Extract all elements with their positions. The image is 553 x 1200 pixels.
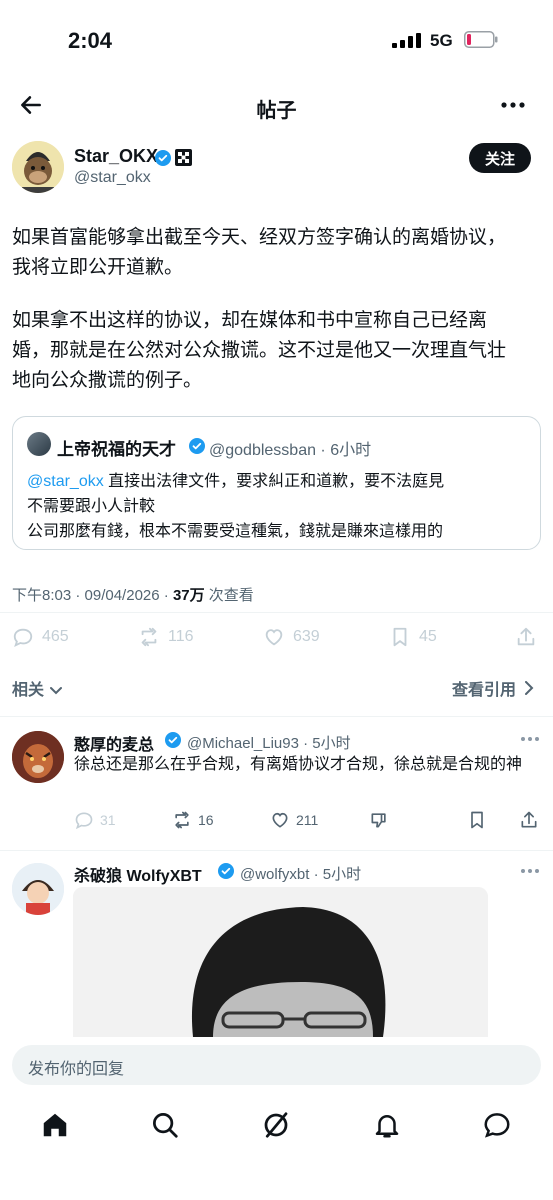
more-icon[interactable] <box>520 736 540 742</box>
reply-meta: @Michael_Liu93 · 5小时 <box>187 735 351 752</box>
verified-icon <box>155 150 171 166</box>
chevron-down-icon <box>50 687 63 695</box>
reply-photo[interactable] <box>73 887 488 1037</box>
follow-button[interactable]: 关注 <box>469 143 531 173</box>
ape-avatar-icon <box>12 141 64 193</box>
author-name[interactable]: Star_OKX <box>74 146 158 167</box>
repost-action[interactable]: 116 <box>138 625 194 649</box>
reply-placeholder: 发布你的回复 <box>28 1061 125 1078</box>
bell-icon[interactable] <box>372 1110 402 1140</box>
repost-action[interactable]: 16 <box>172 810 214 830</box>
share-icon <box>521 811 537 828</box>
author-avatar[interactable] <box>12 141 64 193</box>
verified-icon <box>218 863 234 879</box>
quote-card[interactable]: 上帝祝福的天才 @godblessban · 6小时 @star_okx 直接出… <box>12 416 541 550</box>
reply-avatar[interactable] <box>12 863 64 915</box>
quote-line: 公司那麼有錢，根本不需要受這種氣，錢就是賺來這樣用的 <box>27 523 444 540</box>
quote-line: @star_okx 直接出法律文件，要求糾正和道歉，要不法庭見 <box>27 473 445 490</box>
page-title: 帖子 <box>256 100 297 122</box>
share-action[interactable] <box>519 810 539 830</box>
dislike-action[interactable] <box>369 810 389 830</box>
repost-icon <box>175 811 189 829</box>
messages-icon[interactable] <box>482 1110 512 1140</box>
divider <box>0 716 553 717</box>
grok-icon[interactable] <box>261 1110 291 1140</box>
post-line: 如果首富能够拿出截至今天、经双方签字确认的离婚协议， <box>12 227 507 248</box>
reply-author-name[interactable]: 杀破狼 WolfyXBT <box>74 862 202 886</box>
reply-avatar[interactable] <box>12 731 64 783</box>
post-line: 我将立即公开道歉。 <box>12 257 184 278</box>
like-action[interactable]: 639 <box>263 625 320 649</box>
quote-avatar <box>27 432 51 456</box>
reply-input[interactable]: 发布你的回复 <box>12 1045 541 1085</box>
share-action[interactable] <box>515 625 537 649</box>
search-icon[interactable] <box>150 1110 180 1140</box>
author-handle: @star_okx <box>74 169 151 186</box>
portrait-image <box>73 887 488 1037</box>
grid-icon <box>175 149 192 166</box>
signal-icon <box>392 33 421 48</box>
quote-author-name: 上帝祝福的天才 <box>57 440 176 459</box>
reply-icon <box>75 812 93 830</box>
more-icon[interactable] <box>520 868 540 874</box>
reply-action[interactable]: 31 <box>74 810 116 830</box>
bookmark-icon <box>393 627 407 647</box>
post-line: 地向公众撒谎的例子。 <box>12 370 203 391</box>
verified-icon <box>189 438 205 454</box>
battery-icon <box>464 31 498 48</box>
quote-meta: @godblessban · 6小时 <box>209 442 372 459</box>
post-timestamp: 下午8:03 · 09/04/2026 · 37万 次查看 <box>12 587 254 604</box>
post-line: 如果拿不出这样的协议，却在媒体和书中宣称自己已经离 <box>12 310 488 331</box>
share-icon <box>517 627 535 646</box>
dislike-icon <box>371 813 386 828</box>
reply-icon <box>13 628 33 648</box>
view-quotes-link[interactable]: 查看引用 <box>452 676 534 700</box>
related-dropdown[interactable]: 相关 <box>12 676 63 700</box>
bookmark-action[interactable]: 45 <box>389 625 437 649</box>
more-icon[interactable] <box>500 95 526 115</box>
home-icon[interactable] <box>40 1110 70 1140</box>
chevron-right-icon <box>525 681 534 695</box>
reply-meta: @wolfyxbt · 5小时 <box>240 866 362 883</box>
reply-text: 徐总还是那么在乎合规，有离婚协议才合规，徐总就是合规的神 <box>74 756 523 773</box>
bookmark-action[interactable] <box>467 810 487 830</box>
divider <box>0 850 553 851</box>
repost-icon <box>141 627 157 647</box>
status-time: 2:04 <box>68 28 113 53</box>
network-label: 5G <box>430 31 453 50</box>
like-icon <box>265 629 283 646</box>
bookmark-icon <box>471 811 483 829</box>
tiger-avatar-icon <box>12 731 64 783</box>
reply-author-name[interactable]: 憨厚的麦总 <box>74 731 154 755</box>
quote-line: 不需要跟小人計較 <box>27 498 156 515</box>
mention-link[interactable]: @star_okx <box>27 473 104 490</box>
verified-icon <box>165 732 181 748</box>
reply-action[interactable]: 465 <box>12 625 69 649</box>
divider <box>0 612 553 613</box>
like-action[interactable]: 211 <box>270 810 318 830</box>
post-line: 婚，那就是在公然对公众撒谎。这不过是他又一次理直气壮 <box>12 340 507 361</box>
anime-avatar-icon <box>12 863 64 915</box>
like-icon <box>272 812 288 828</box>
